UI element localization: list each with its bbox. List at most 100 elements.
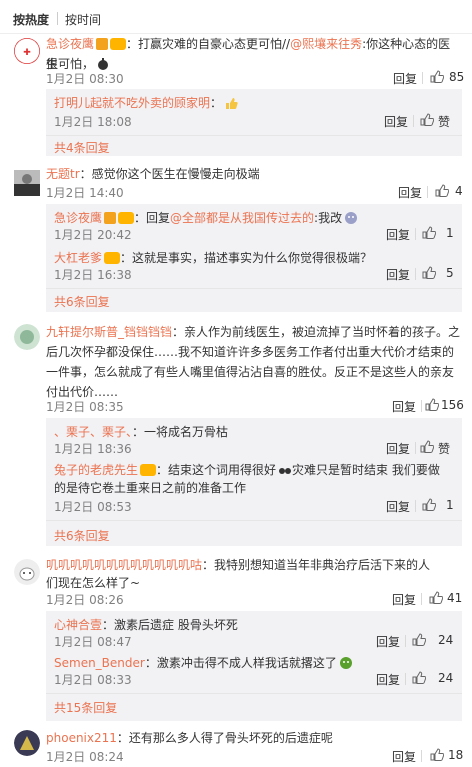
username-link[interactable]: Semen_Bender	[54, 656, 145, 670]
avatar[interactable]	[14, 324, 40, 350]
thumbs-up-icon[interactable]	[422, 498, 437, 511]
comment-text-cont: 后几次怀孕都没保住……我不知道许许多多医务工作者付出重大代价才结束的	[46, 345, 455, 359]
reply-button[interactable]: 回复	[386, 266, 410, 283]
like-count: 1	[446, 498, 454, 512]
thumbs-up-icon[interactable]	[412, 671, 427, 684]
avatar[interactable]	[14, 170, 40, 196]
thumbs-up-icon[interactable]	[430, 70, 445, 83]
reply-time: 1月2日 20:42	[54, 228, 132, 242]
member-badge-icon	[140, 464, 157, 476]
like-count: 24	[438, 671, 454, 685]
reply-button[interactable]: 回复	[376, 671, 400, 688]
more-replies-link[interactable]: 共6条回复	[54, 527, 110, 544]
username-link[interactable]: 九轩提尔斯普_铛铛铛铛	[46, 325, 172, 339]
hand-emoji-icon	[96, 57, 110, 71]
like-count: 24	[438, 633, 454, 647]
comment: 叽叽叽叽叽叽叽叽叽叽叽叽咕：我特别想知道当年非典治疗后活下来的人 们现在怎么样了…	[0, 547, 472, 724]
thumbs-up-icon[interactable]	[422, 226, 437, 239]
reply-text-cont: 的是待它卷土重来日之前的准备工作	[54, 481, 247, 495]
username-link[interactable]: 无题tr	[46, 167, 80, 181]
sort-by-hot-tab[interactable]: 按热度	[13, 11, 49, 28]
reply-button[interactable]: 回复	[384, 113, 408, 130]
reply-button[interactable]: 回复	[376, 633, 400, 650]
username-link[interactable]: 大杠老爹	[54, 251, 102, 265]
reply-text: Semen_Bender：激素冲击得不成人样我话就撂这了	[54, 653, 454, 673]
like-count: 5	[446, 266, 454, 280]
like-label: 赞	[438, 442, 451, 456]
reply-button[interactable]: 回复	[392, 591, 416, 608]
reply-time: 1月2日 08:47	[54, 635, 132, 649]
thumbs-up-icon[interactable]	[435, 184, 450, 197]
comment-text-cont: 一件事，怎么就成了有些人嘴里值得沾沾自喜的胜仗。反正不是这些人的亲友	[46, 365, 455, 379]
like-count: 85	[449, 70, 465, 84]
username-link[interactable]: 打明儿起就不吃外卖的顾家明	[54, 96, 210, 110]
reply-text: 打明儿起就不吃外卖的顾家明：	[54, 93, 454, 113]
divider	[46, 135, 462, 136]
comment: 九轩提尔斯普_铛铛铛铛：亲人作为前线医生，被迫流掉了当时怀着的孩子。之 后几次怀…	[0, 314, 472, 547]
verified-badge-icon	[96, 38, 109, 50]
reply-time: 1月2日 18:08	[54, 115, 132, 129]
reply-text: 大杠老爹 ：这就是事实，描述事实为什么你觉得很极端？	[54, 251, 373, 265]
comment-text: 无题tr：感觉你这个医生在慢慢走向极端	[46, 167, 260, 181]
verified-badge-icon	[104, 212, 117, 224]
more-replies-link[interactable]: 共6条回复	[54, 293, 110, 310]
comment: phoenix211：还有那么多人得了骨头坏死的后遗症呢 1月2日 08:24 …	[0, 726, 472, 767]
reply-button[interactable]: 回复	[386, 226, 410, 243]
divider	[415, 500, 416, 512]
username-link[interactable]: 急诊夜鹰	[46, 37, 94, 51]
thumbs-up-icon[interactable]	[422, 266, 437, 279]
reply-button[interactable]: 回复	[386, 498, 410, 515]
divider	[421, 400, 422, 412]
mention-link[interactable]: @全部都是从我国传过去的	[170, 211, 314, 225]
like-count: 4	[455, 184, 463, 198]
divider	[405, 673, 406, 685]
reply-time: 1月2日 08:33	[54, 673, 132, 687]
like-label: 赞	[438, 115, 451, 129]
thumbs-up-icon[interactable]	[412, 633, 427, 646]
sort-by-time-tab[interactable]: 按时间	[65, 11, 101, 28]
divider	[415, 268, 416, 280]
hands-emoji-icon	[278, 463, 292, 477]
divider	[46, 288, 462, 289]
more-replies-link[interactable]: 共15条回复	[54, 699, 117, 716]
divider	[415, 228, 416, 240]
comment-text: 九轩提尔斯普_铛铛铛铛：亲人作为前线医生，被迫流掉了当时怀着的孩子。之	[46, 325, 461, 339]
svg-text:✚: ✚	[23, 48, 31, 58]
sort-divider	[57, 12, 58, 25]
reply-button[interactable]: 回复	[398, 184, 422, 201]
thumbs-up-icon[interactable]	[430, 748, 445, 761]
username-link[interactable]: phoenix211	[46, 731, 117, 745]
reply-time: 1月2日 16:38	[54, 268, 132, 282]
thumbs-up-icon[interactable]	[425, 398, 440, 411]
reply-button[interactable]: 回复	[392, 398, 416, 415]
username-link[interactable]: 心神合壹	[54, 618, 102, 632]
reply-text: 兔子的老虎先生 ：结束这个词用得很好 灾难只是暂时结束 我们要做	[54, 463, 440, 477]
username-link[interactable]: 叽叽叽叽叽叽叽叽叽叽叽叽咕	[46, 558, 202, 572]
comment-time: 1月2日 08:35	[46, 400, 124, 414]
divider	[421, 593, 422, 605]
reply-button[interactable]: 回复	[393, 70, 417, 87]
reply-text: 、栗子、栗子、：一将成名万骨枯	[54, 425, 229, 439]
username-link[interactable]: 、栗子、栗子、	[54, 425, 132, 439]
member-badge-icon	[118, 212, 135, 224]
reply-button[interactable]: 回复	[386, 440, 410, 457]
divider	[405, 635, 406, 647]
reply-time: 1月2日 18:36	[54, 442, 132, 456]
thumbs-up-icon[interactable]	[420, 113, 435, 126]
comment: ✚ 急诊夜鹰 ：打赢灾难的自豪心态更可怕//@熙壤来往秀:你这种心态的医生 很可怕…	[0, 34, 472, 164]
username-link[interactable]: 急诊夜鹰	[54, 211, 102, 225]
thumbs-up-icon[interactable]	[420, 440, 435, 453]
like-count: 41	[447, 591, 463, 605]
reply-button[interactable]: 回复	[392, 748, 416, 765]
more-replies-link[interactable]: 共4条回复	[54, 139, 110, 156]
avatar[interactable]	[14, 730, 40, 756]
username-link[interactable]: 兔子的老虎先生	[54, 463, 138, 477]
emoji-icon	[339, 656, 353, 670]
divider	[421, 750, 422, 762]
thumbs-up-icon[interactable]	[429, 591, 444, 604]
divider	[422, 72, 423, 84]
mention-link[interactable]: @熙壤来往秀	[290, 37, 362, 51]
avatar[interactable]: ✚	[14, 38, 40, 64]
comment-time: 1月2日 08:24	[46, 750, 124, 764]
avatar[interactable]	[14, 559, 40, 585]
